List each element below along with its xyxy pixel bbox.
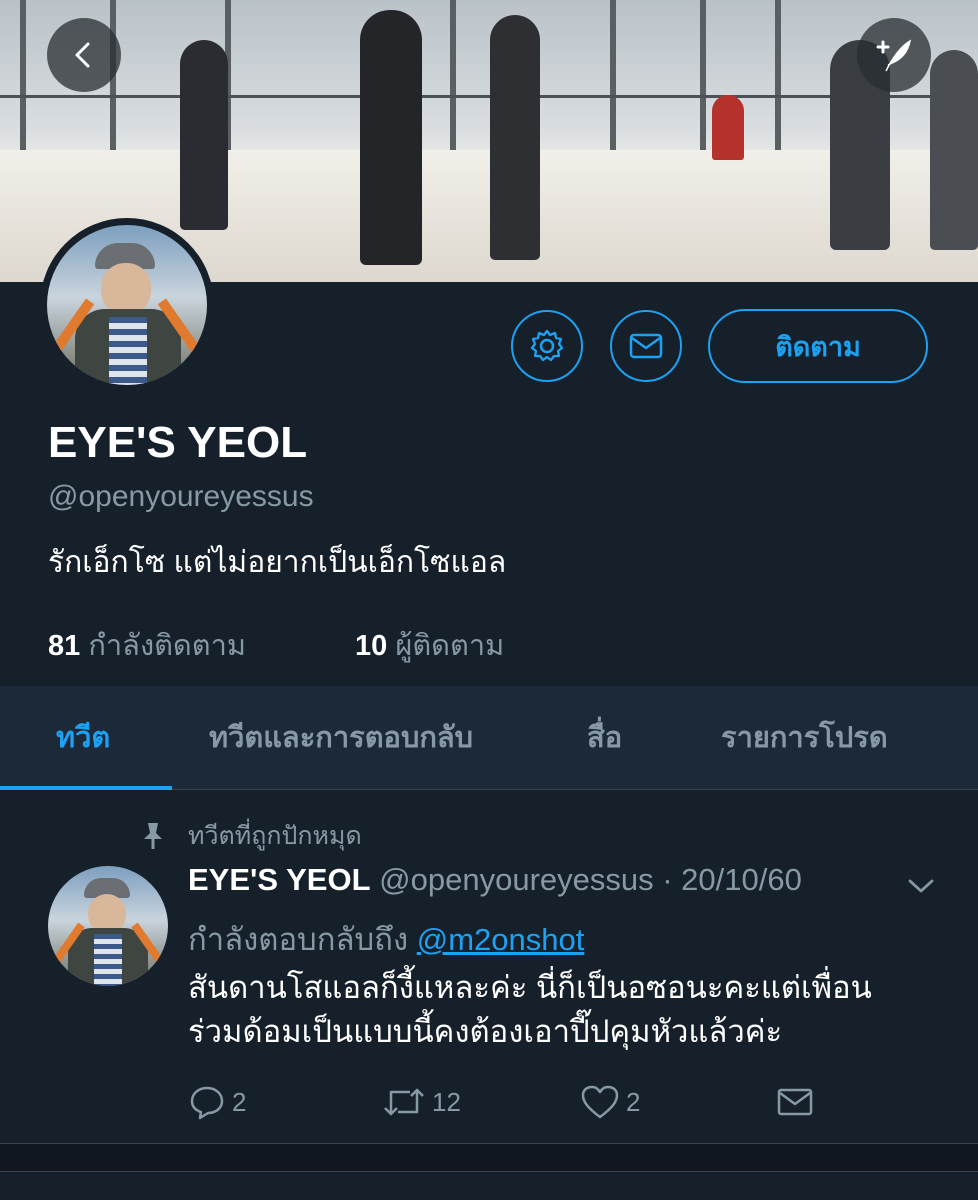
reply-mention-link[interactable]: @m2onshot xyxy=(417,922,585,957)
back-button[interactable] xyxy=(47,18,121,92)
like-action[interactable]: 2 xyxy=(580,1080,640,1124)
compose-tweet-button[interactable] xyxy=(857,18,931,92)
followers-label: ผู้ติดตาม xyxy=(395,630,505,662)
profile-handle: @openyoureyessus xyxy=(48,480,314,513)
share-action[interactable] xyxy=(776,1080,820,1124)
avatar xyxy=(48,866,168,986)
heart-icon xyxy=(581,1085,619,1119)
follow-button[interactable]: ติดตาม xyxy=(708,309,928,383)
pin-icon xyxy=(144,823,162,849)
compose-tweet-icon xyxy=(876,39,912,72)
tab-tweets-and-replies[interactable]: ทวีตและการตอบกลับ xyxy=(209,686,473,790)
followers-stat[interactable]: 10 ผู้ติดตาม xyxy=(355,622,504,668)
pinned-label: ทวีตที่ถูกปักหมุด xyxy=(188,822,362,850)
settings-button[interactable] xyxy=(511,310,583,382)
active-tab-indicator xyxy=(0,786,172,790)
back-arrow-icon xyxy=(75,42,90,68)
reply-context: กำลังตอบกลับถึง @m2onshot xyxy=(188,914,584,964)
tweet-menu-button[interactable] xyxy=(906,876,936,901)
gear-icon xyxy=(530,329,564,362)
profile-avatar[interactable] xyxy=(40,218,214,392)
envelope-icon xyxy=(629,333,663,359)
tweet-text-line: สันดานโสแอลก็งี้แหละค่ะ นี่ก็เป็นอซอนะคะ… xyxy=(188,970,872,1005)
retweet-count: 12 xyxy=(432,1086,461,1117)
tweet-text: สันดานโสแอลก็งี้แหละค่ะ นี่ก็เป็นอซอนะคะ… xyxy=(188,966,948,1054)
reply-count: 2 xyxy=(232,1086,247,1117)
timeline-divider xyxy=(0,1143,978,1171)
retweet-icon xyxy=(384,1088,424,1116)
tweet-avatar[interactable] xyxy=(48,866,168,986)
tweet-text-line: ร่วมด้อมเป็นแบบนี้คงต้องเอาปี๊ปคุมหัวแล้… xyxy=(188,1014,783,1049)
profile-tabs: ทวีต ทวีตและการตอบกลับ สื่อ รายการโปรด xyxy=(0,686,978,790)
pinned-indicator: ทวีตที่ถูกปักหมุด xyxy=(140,816,362,856)
reply-icon xyxy=(190,1086,224,1120)
following-stat[interactable]: 81 กำลังติดตาม xyxy=(48,622,246,668)
tweet-author-handle-date: @openyoureyessus · 20/10/60 xyxy=(379,862,802,897)
following-count: 81 xyxy=(48,630,81,662)
retweet-action[interactable]: 12 xyxy=(382,1080,461,1124)
reply-prefix: กำลังตอบกลับถึง xyxy=(188,922,409,957)
next-tweet-card xyxy=(0,1171,978,1200)
following-label: กำลังติดตาม xyxy=(88,630,247,662)
tweet-header: EYE'S YEOL @openyoureyessus · 20/10/60 xyxy=(188,862,802,898)
message-button[interactable] xyxy=(610,310,682,382)
reply-action[interactable]: 2 xyxy=(188,1080,246,1124)
tab-tweets[interactable]: ทวีต xyxy=(56,686,110,790)
chevron-down-icon xyxy=(908,879,934,893)
tweet-author-name[interactable]: EYE'S YEOL xyxy=(188,862,371,897)
like-count: 2 xyxy=(626,1086,641,1117)
tab-likes[interactable]: รายการโปรด xyxy=(721,686,888,790)
profile-display-name: EYE'S YEOL xyxy=(48,418,308,467)
avatar xyxy=(47,225,207,385)
followers-count: 10 xyxy=(355,630,388,662)
profile-bio: รักเอ็กโซ แต่ไม่อยากเป็นเอ็กโซแอล xyxy=(48,546,507,579)
envelope-icon xyxy=(777,1088,813,1116)
tab-media[interactable]: สื่อ xyxy=(587,686,622,790)
